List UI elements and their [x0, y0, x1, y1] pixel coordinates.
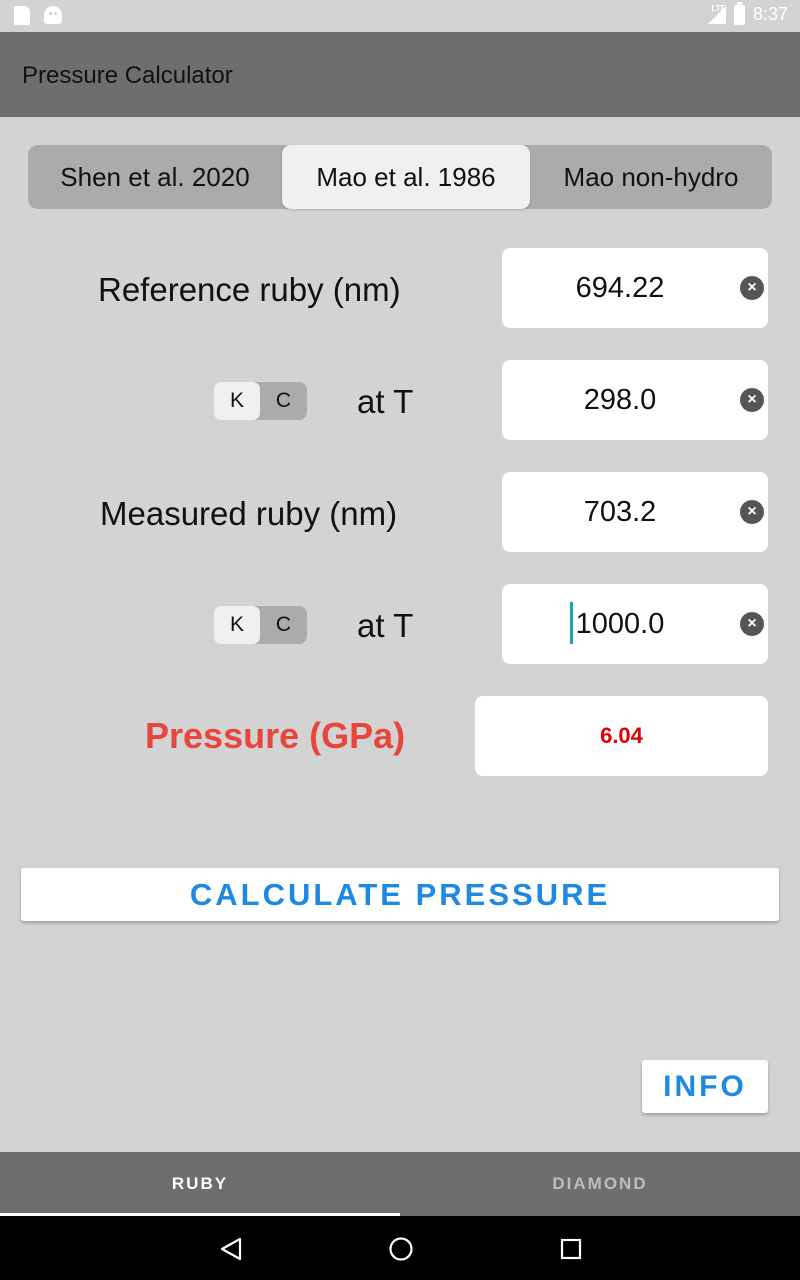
reference-unit-toggle: K C: [214, 382, 307, 420]
app-bar: Pressure Calculator: [0, 32, 800, 117]
page-title: Pressure Calculator: [22, 62, 233, 89]
kelvin-option[interactable]: K: [214, 382, 260, 420]
clear-icon[interactable]: ×: [740, 388, 764, 412]
celsius-option[interactable]: C: [260, 606, 307, 644]
notification-icons: [14, 6, 62, 25]
text-cursor: [570, 602, 573, 644]
measured-ruby-field: ×: [502, 472, 768, 552]
system-nav-bar: [0, 1216, 800, 1280]
recent-apps-icon[interactable]: [558, 1236, 584, 1262]
clear-icon[interactable]: ×: [740, 612, 764, 636]
reference-ruby-label: Reference ruby (nm): [98, 271, 401, 308]
signal-icon: [707, 5, 726, 24]
calibration-selector: Shen et al. 2020 Mao et al. 1986 Mao non…: [28, 145, 772, 209]
info-button[interactable]: INFO: [642, 1060, 768, 1113]
reference-ruby-input[interactable]: [502, 248, 738, 328]
measured-ruby-input[interactable]: [502, 472, 738, 552]
reference-ruby-field: ×: [502, 248, 768, 328]
sd-card-icon: [14, 6, 30, 25]
android-icon: [44, 6, 62, 24]
tab-mao-1986[interactable]: Mao et al. 1986: [282, 145, 530, 209]
tab-mao-non-hydro[interactable]: Mao non-hydro: [530, 145, 772, 209]
tab-ruby[interactable]: RUBY: [0, 1152, 400, 1216]
back-icon[interactable]: [218, 1236, 244, 1262]
kelvin-option[interactable]: K: [214, 606, 260, 644]
calculate-pressure-button[interactable]: CALCULATE PRESSURE: [21, 868, 779, 921]
clear-icon[interactable]: ×: [740, 276, 764, 300]
tab-shen-2020[interactable]: Shen et al. 2020: [28, 145, 282, 209]
status-right: 8:37: [707, 1, 788, 25]
measured-temp-input[interactable]: [502, 584, 738, 664]
battery-icon: [733, 1, 745, 25]
celsius-option[interactable]: C: [260, 382, 307, 420]
home-icon[interactable]: [388, 1236, 414, 1262]
measured-temp-field: ×: [502, 584, 768, 664]
clock: 8:37: [752, 4, 788, 24]
reference-temp-label: at T: [357, 383, 414, 420]
measured-temp-label: at T: [357, 607, 414, 644]
bottom-tab-bar: RUBY DIAMOND: [0, 1152, 800, 1216]
status-bar: LTE 8:37: [0, 0, 800, 32]
reference-temp-input[interactable]: [502, 360, 738, 440]
pressure-label: Pressure (GPa): [145, 715, 406, 756]
pressure-value: 6.04: [475, 696, 768, 776]
measured-ruby-label: Measured ruby (nm): [100, 495, 398, 532]
tab-diamond[interactable]: DIAMOND: [400, 1152, 800, 1216]
reference-temp-field: ×: [502, 360, 768, 440]
measured-unit-toggle: K C: [214, 606, 307, 644]
clear-icon[interactable]: ×: [740, 500, 764, 524]
